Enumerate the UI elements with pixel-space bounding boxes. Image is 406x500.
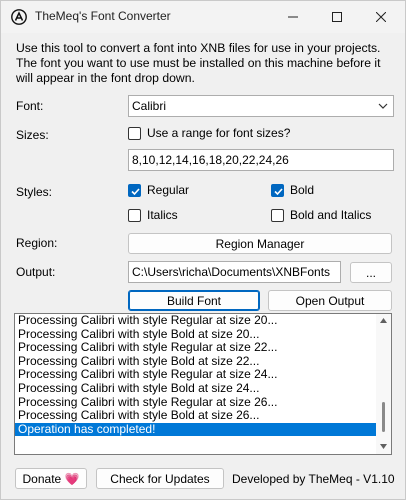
regular-checkbox[interactable]: Regular xyxy=(128,183,189,197)
log-item[interactable]: Processing Calibri with style Bold at si… xyxy=(15,354,391,369)
bold-italics-check-box[interactable] xyxy=(271,208,284,222)
app-logo-icon xyxy=(11,9,27,25)
output-path-input[interactable]: C:\Users\richa\Documents\XNBFonts xyxy=(128,261,341,283)
checkmark-icon xyxy=(274,187,283,195)
sizes-input[interactable]: 8,10,12,14,16,18,20,22,24,26 xyxy=(128,149,394,171)
main-panel: Use this tool to convert a font into XNB… xyxy=(1,33,405,499)
bold-checkbox[interactable]: Bold xyxy=(271,183,314,197)
regular-label: Regular xyxy=(147,183,190,197)
developer-credit: Developed by TheMeq - V1.10 xyxy=(232,472,395,486)
bold-italics-checkbox[interactable]: Bold and Italics xyxy=(271,208,371,222)
regular-check-box[interactable] xyxy=(128,183,141,197)
scroll-up-icon[interactable] xyxy=(380,318,387,323)
close-button[interactable] xyxy=(359,1,403,33)
bold-label: Bold xyxy=(290,183,315,197)
log-item[interactable]: Processing Calibri with style Bold at si… xyxy=(15,409,391,423)
italics-label: Italics xyxy=(147,208,178,222)
log-listbox[interactable]: Processing Calibri with style Regular at… xyxy=(14,313,392,455)
maximize-button[interactable] xyxy=(315,1,359,33)
check-updates-button[interactable]: Check for Updates xyxy=(96,468,224,489)
log-list: Processing Calibri with style Regular at… xyxy=(15,314,391,437)
size-range-check-box[interactable] xyxy=(128,126,141,140)
log-scrollbar[interactable] xyxy=(376,314,391,454)
styles-label: Styles: xyxy=(16,185,53,199)
size-range-checkbox[interactable]: Use a range for font sizes? xyxy=(128,126,290,140)
close-icon xyxy=(376,12,386,22)
log-item[interactable]: Processing Calibri with style Bold at si… xyxy=(15,381,391,396)
window-title: TheMeq's Font Converter xyxy=(35,9,171,23)
build-font-button[interactable]: Build Font xyxy=(128,290,260,311)
log-item[interactable]: Processing Calibri with style Bold at si… xyxy=(15,327,391,342)
bold-check-box[interactable] xyxy=(271,183,284,197)
scroll-down-icon[interactable] xyxy=(380,444,387,449)
open-output-button[interactable]: Open Output xyxy=(268,290,392,311)
size-range-label: Use a range for font sizes? xyxy=(147,126,291,140)
scroll-thumb[interactable] xyxy=(382,402,385,432)
minimize-icon xyxy=(288,16,298,18)
log-item[interactable]: Processing Calibri with style Regular at… xyxy=(15,395,391,410)
region-label: Region: xyxy=(16,236,58,250)
region-manager-button[interactable]: Region Manager xyxy=(128,233,392,254)
log-item[interactable]: Processing Calibri with style Regular at… xyxy=(15,341,391,355)
log-item[interactable]: Processing Calibri with style Regular at… xyxy=(15,314,391,328)
donate-button[interactable]: Donate 💗 xyxy=(15,468,87,489)
log-item[interactable]: Operation has completed! xyxy=(15,422,391,437)
font-label: Font: xyxy=(16,99,44,113)
app-window: TheMeq's Font Converter Use this tool to… xyxy=(0,0,406,500)
checkmark-icon xyxy=(131,187,140,195)
description-text: Use this tool to convert a font into XNB… xyxy=(16,41,381,85)
font-dropdown[interactable]: Calibri xyxy=(128,95,394,117)
output-label: Output: xyxy=(16,265,56,279)
bold-italics-label: Bold and Italics xyxy=(290,208,372,222)
minimize-button[interactable] xyxy=(271,1,315,33)
title-bar[interactable]: TheMeq's Font Converter xyxy=(1,1,405,33)
browse-button[interactable]: ... xyxy=(350,262,392,283)
log-item[interactable]: Processing Calibri with style Regular at… xyxy=(15,368,391,382)
italics-check-box[interactable] xyxy=(128,208,141,222)
italics-checkbox[interactable]: Italics xyxy=(128,208,178,222)
font-dropdown-value: Calibri xyxy=(132,99,167,113)
maximize-icon xyxy=(332,12,342,22)
sizes-label: Sizes: xyxy=(16,128,49,142)
chevron-down-icon xyxy=(378,103,388,109)
